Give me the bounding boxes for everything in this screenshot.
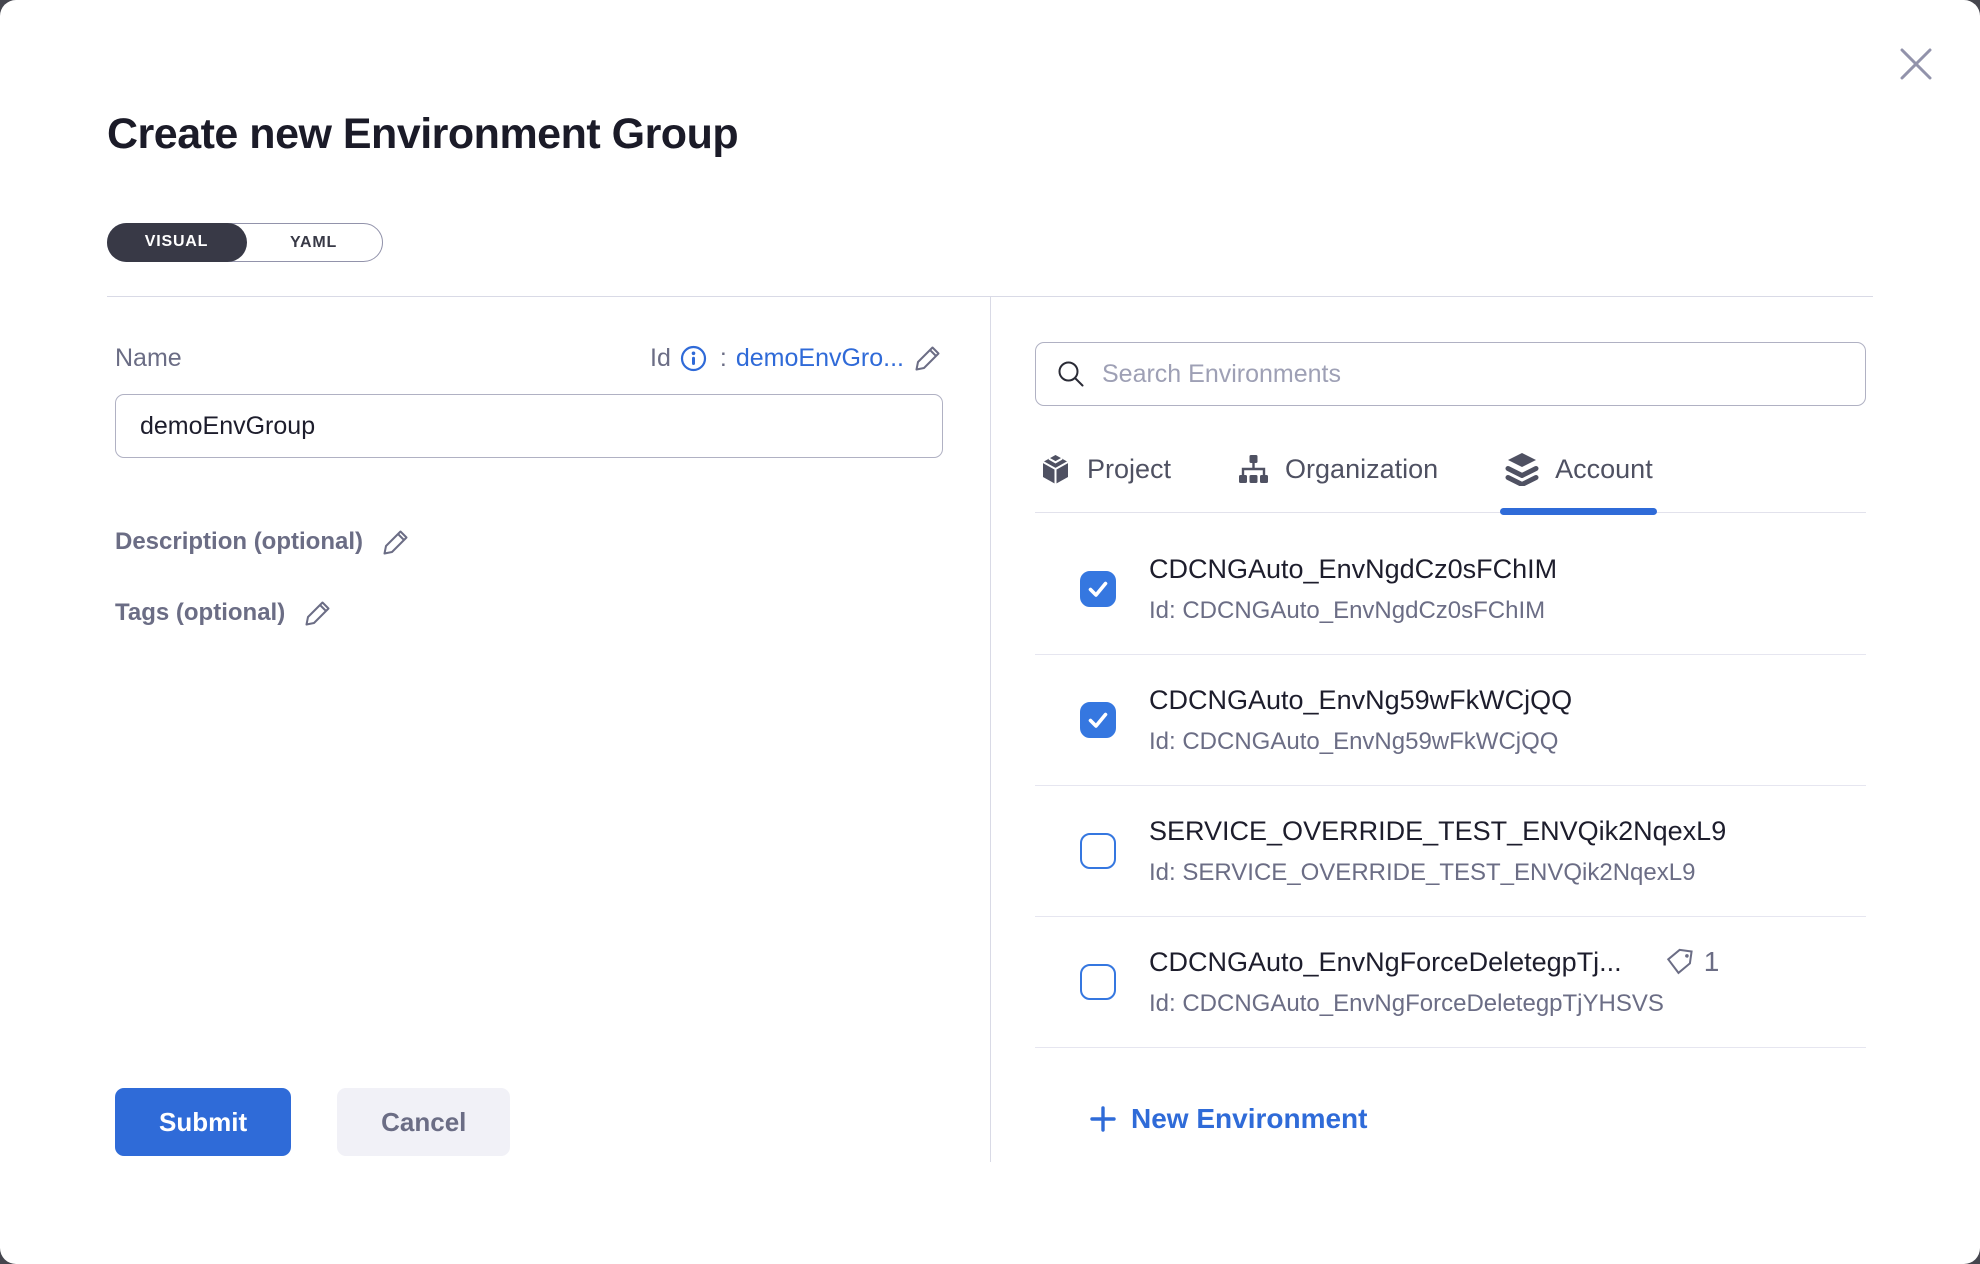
cube-icon	[1039, 453, 1072, 486]
description-row: Description (optional)	[115, 527, 411, 557]
layers-icon	[1504, 452, 1540, 486]
page-title: Create new Environment Group	[107, 110, 738, 159]
id-group: Id : demoEnvGro...	[650, 343, 943, 373]
environment-text: SERVICE_OVERRIDE_TEST_ENVQik2NqexL9 Id: …	[1149, 816, 1726, 887]
environment-text: CDCNGAuto_EnvNg59wFkWCjQQ Id: CDCNGAuto_…	[1149, 685, 1572, 756]
create-environment-group-modal: Create new Environment Group VISUAL YAML…	[0, 0, 1980, 1264]
id-label: Id	[650, 344, 671, 373]
toggle-visual[interactable]: VISUAL	[107, 223, 247, 262]
info-icon[interactable]	[680, 345, 707, 372]
tab-project-label: Project	[1087, 454, 1171, 485]
tab-organization[interactable]: Organization	[1233, 436, 1442, 512]
scope-tabs: Project Organization	[1035, 436, 1866, 513]
search-environments-box	[1035, 342, 1866, 406]
environment-id: Id: CDCNGAuto_EnvNgdCz0sFChIM	[1149, 597, 1557, 625]
tab-account[interactable]: Account	[1500, 436, 1657, 512]
tag-count-group: 1	[1664, 946, 1720, 978]
environment-id: Id: SERVICE_OVERRIDE_TEST_ENVQik2NqexL9	[1149, 859, 1726, 887]
name-input[interactable]	[115, 394, 943, 458]
environment-checkbox[interactable]	[1080, 964, 1116, 1000]
tab-project[interactable]: Project	[1035, 436, 1175, 512]
edit-tags-pencil-icon[interactable]	[303, 598, 333, 628]
toggle-yaml[interactable]: YAML	[245, 224, 382, 261]
environment-id: Id: CDCNGAuto_EnvNg59wFkWCjQQ	[1149, 728, 1572, 756]
environment-row[interactable]: CDCNGAuto_EnvNg59wFkWCjQQ Id: CDCNGAuto_…	[1035, 655, 1866, 786]
new-environment-label: New Environment	[1131, 1103, 1367, 1135]
edit-description-pencil-icon[interactable]	[381, 527, 411, 557]
name-label: Name	[115, 344, 182, 373]
environment-row[interactable]: CDCNGAuto_EnvNgForceDeletegpTj... 1 Id: …	[1035, 917, 1866, 1048]
tags-row: Tags (optional)	[115, 598, 333, 628]
environment-id: Id: CDCNGAuto_EnvNgForceDeletegpTjYHSVS	[1149, 990, 1719, 1018]
org-chart-icon	[1237, 453, 1270, 486]
environment-checkbox[interactable]	[1080, 571, 1116, 607]
environment-row[interactable]: SERVICE_OVERRIDE_TEST_ENVQik2NqexL9 Id: …	[1035, 786, 1866, 917]
environment-checkbox[interactable]	[1080, 833, 1116, 869]
environment-row[interactable]: CDCNGAuto_EnvNgdCz0sFChIM Id: CDCNGAuto_…	[1035, 524, 1866, 655]
description-label: Description (optional)	[115, 528, 363, 556]
environment-checkbox[interactable]	[1080, 702, 1116, 738]
cancel-button[interactable]: Cancel	[337, 1088, 510, 1156]
id-value-link[interactable]: demoEnvGro...	[736, 344, 904, 373]
name-id-row: Name Id : demoEnvGro...	[115, 343, 943, 373]
edit-id-pencil-icon[interactable]	[913, 343, 943, 373]
new-environment-button[interactable]: New Environment	[1089, 1103, 1367, 1135]
environment-name: SERVICE_OVERRIDE_TEST_ENVQik2NqexL9	[1149, 816, 1726, 847]
tab-account-label: Account	[1555, 454, 1653, 485]
environment-text: CDCNGAuto_EnvNgdCz0sFChIM Id: CDCNGAuto_…	[1149, 554, 1557, 625]
tab-organization-label: Organization	[1285, 454, 1438, 485]
search-icon	[1056, 359, 1086, 389]
visual-yaml-toggle: VISUAL YAML	[107, 223, 383, 262]
pane-divider	[990, 297, 991, 1162]
tag-count: 1	[1704, 946, 1720, 978]
environment-name: CDCNGAuto_EnvNg59wFkWCjQQ	[1149, 685, 1572, 716]
plus-icon	[1089, 1105, 1117, 1133]
id-colon: :	[720, 344, 727, 373]
tag-icon	[1664, 946, 1696, 978]
submit-button[interactable]: Submit	[115, 1088, 291, 1156]
environment-list[interactable]: CDCNGAuto_EnvNgdCz0sFChIM Id: CDCNGAuto_…	[1035, 514, 1866, 1054]
search-environments-input[interactable]	[1102, 360, 1845, 389]
close-icon[interactable]	[1894, 42, 1938, 86]
environment-name: CDCNGAuto_EnvNgForceDeletegpTj...	[1149, 947, 1622, 978]
environment-text: CDCNGAuto_EnvNgForceDeletegpTj... 1 Id: …	[1149, 946, 1719, 1018]
form-actions: Submit Cancel	[115, 1088, 510, 1156]
environment-name: CDCNGAuto_EnvNgdCz0sFChIM	[1149, 554, 1557, 585]
tags-label: Tags (optional)	[115, 599, 285, 627]
